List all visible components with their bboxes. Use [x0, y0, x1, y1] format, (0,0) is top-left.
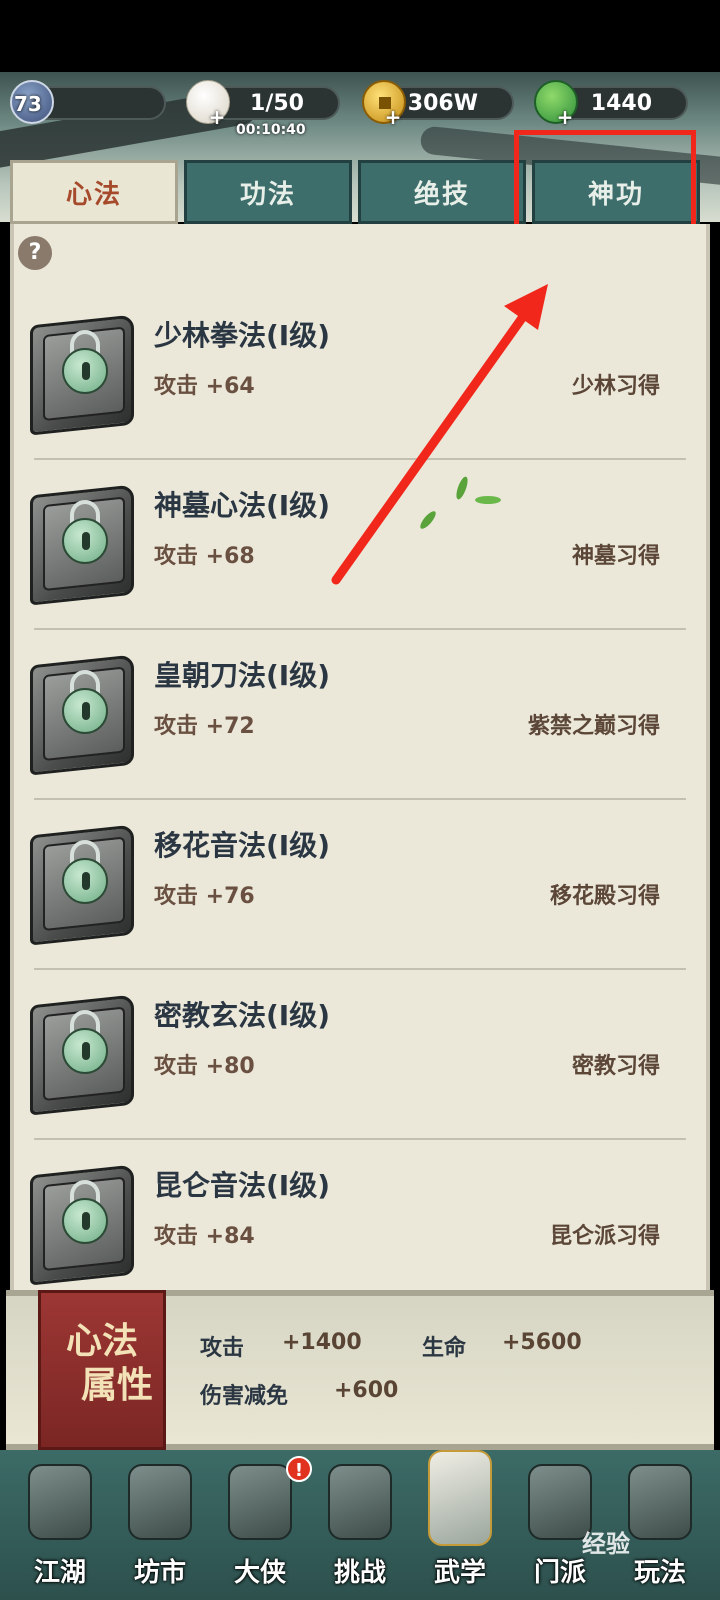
crossed-swords-icon [328, 1464, 392, 1540]
skill-name: 少林拳法(I级) [154, 319, 331, 352]
skill-name: 昆仑音法(I级) [154, 1169, 331, 1202]
nav-label: 坊市 [133, 1558, 186, 1588]
list-item[interactable]: 密教玄法(I级) 攻击 +80 密教习得 [24, 970, 696, 1140]
list-item[interactable]: 少林拳法(I级) 攻击 +64 少林习得 [24, 290, 696, 460]
level-text: 73 [14, 92, 42, 116]
nav-label: 武学 [433, 1558, 486, 1588]
add-coins-icon[interactable]: + [384, 107, 402, 127]
attack-label: 攻击 [200, 1336, 245, 1361]
lock-icon [62, 1198, 108, 1244]
list-item[interactable]: 昆仑音法(I级) 攻击 +84 昆仑派习得 [24, 1140, 696, 1310]
skill-stat: 攻击 +76 [154, 884, 255, 909]
life-label: 生命 [422, 1336, 467, 1361]
life-value: +5600 [502, 1330, 582, 1355]
tab-gongfa[interactable]: 功法 [184, 160, 352, 224]
add-leaves-icon[interactable]: + [556, 107, 574, 127]
nav-label: 挑战 [333, 1558, 386, 1588]
skill-stat: 攻击 +72 [154, 714, 255, 739]
attribute-banner-line1: 心法 [65, 1320, 138, 1362]
list-item[interactable]: 神墓心法(I级) 攻击 +68 神墓习得 [24, 460, 696, 630]
skill-stat: 攻击 +84 [154, 1224, 255, 1249]
skill-source: 移花殿习得 [549, 884, 660, 909]
add-stamina-icon[interactable]: + [208, 107, 226, 127]
status-bar-area [0, 0, 720, 72]
skill-name: 密教玄法(I级) [154, 999, 331, 1032]
tab-jueji[interactable]: 绝技 [358, 160, 526, 224]
warrior-icon [28, 1464, 92, 1540]
skill-name: 皇朝刀法(I级) [154, 659, 331, 692]
hero-icon [228, 1464, 292, 1540]
leaves-value: 1440 [590, 90, 652, 116]
skill-source: 紫禁之巅习得 [527, 714, 660, 739]
skill-source: 神墓习得 [571, 544, 660, 569]
list-item[interactable]: 皇朝刀法(I级) 攻击 +72 紫禁之巅习得 [24, 630, 696, 800]
damage-reduction-value: +600 [334, 1378, 399, 1403]
tab-xinfa[interactable]: 心法 [10, 160, 178, 224]
help-icon[interactable]: ? [18, 236, 52, 270]
lock-icon [62, 518, 108, 564]
attack-value: +1400 [282, 1330, 362, 1355]
skill-stat: 攻击 +68 [154, 544, 255, 569]
nav-tiaozhan[interactable]: 挑战 [314, 1450, 406, 1600]
skill-source: 昆仑派习得 [549, 1224, 660, 1249]
stamina-value: 1/50 [250, 90, 304, 116]
list-item[interactable]: 移花音法(I级) 攻击 +76 移花殿习得 [24, 800, 696, 970]
watermark-text: 经验 [582, 1530, 630, 1558]
nav-fangshi[interactable]: 坊市 [114, 1450, 206, 1600]
skill-source: 密教习得 [571, 1054, 660, 1079]
martial-book-icon [428, 1450, 492, 1546]
skill-stat: 攻击 +64 [154, 374, 255, 399]
skill-name: 神墓心法(I级) [154, 489, 331, 522]
market-icon [128, 1464, 192, 1540]
lock-icon [62, 688, 108, 734]
attribute-banner: 心法 属性 [38, 1290, 166, 1450]
coins-value: 306W [407, 90, 478, 116]
lock-icon [62, 348, 108, 394]
stamina-timer: 00:10:40 [236, 122, 306, 138]
attribute-banner-line2: 属性 [80, 1364, 153, 1406]
nav-wuxue[interactable]: 武学 [414, 1450, 506, 1600]
notification-badge: ! [286, 1456, 312, 1482]
skill-source: 少林习得 [571, 374, 660, 399]
nav-jianghu[interactable]: 江湖 [14, 1450, 106, 1600]
nav-label: 江湖 [33, 1558, 86, 1588]
skill-name: 移花音法(I级) [154, 829, 331, 862]
nav-label: 大侠 [233, 1558, 286, 1588]
damage-reduction-label: 伤害减免 [200, 1384, 289, 1409]
lock-icon [62, 858, 108, 904]
lock-icon [62, 1028, 108, 1074]
skill-stat: 攻击 +80 [154, 1054, 255, 1079]
scroll-icon [628, 1464, 692, 1540]
